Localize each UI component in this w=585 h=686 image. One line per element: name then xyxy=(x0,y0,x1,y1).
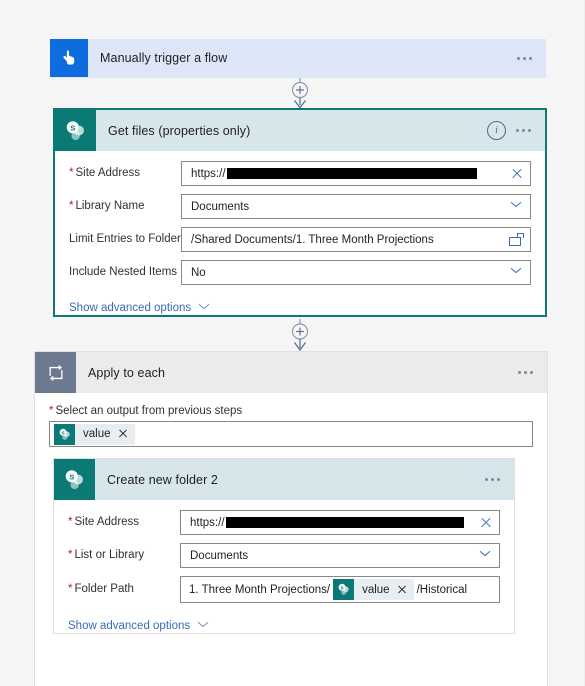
site-address-value: https:// xyxy=(191,168,510,180)
create-new-folder-card-header[interactable]: S Create new folder 2 xyxy=(54,459,514,500)
site-address-value: https:// xyxy=(190,517,479,529)
field-label-site-address: * Site Address xyxy=(69,167,141,179)
get-files-more-options-button[interactable] xyxy=(516,129,531,132)
include-nested-items-value: No xyxy=(191,266,206,279)
field-row-limit-entries-to-folder: Limit Entries to Folder /Shared Document… xyxy=(69,227,531,252)
field-row-list-or-library: * List or Library Documents xyxy=(68,543,500,568)
flow-step-get-files[interactable]: S Get files (properties only) i * Site Ad… xyxy=(53,108,547,317)
clear-icon[interactable] xyxy=(510,167,524,181)
chevron-down-icon xyxy=(197,619,211,633)
folder-path-prefix: 1. Three Month Projections/ xyxy=(189,583,331,596)
create-new-folder-form: * Site Address https:// * List or Library xyxy=(54,500,514,633)
limit-entries-value: /Shared Documents/1. Three Month Project… xyxy=(191,233,434,246)
list-or-library-dropdown[interactable]: Documents xyxy=(180,543,500,568)
required-asterisk: * xyxy=(69,200,74,212)
chevron-down-icon[interactable] xyxy=(479,549,493,563)
library-name-dropdown[interactable]: Documents xyxy=(181,194,531,219)
required-asterisk: * xyxy=(69,167,74,179)
site-address-input[interactable]: https:// xyxy=(180,510,500,535)
library-name-value: Documents xyxy=(191,200,250,213)
create-new-folder-show-advanced-options[interactable]: Show advanced options xyxy=(68,611,500,633)
site-address-input[interactable]: https:// xyxy=(181,161,531,186)
connector-trigger-to-getfiles xyxy=(291,78,309,108)
add-step-button xyxy=(291,81,309,99)
sharepoint-icon: S xyxy=(55,110,96,151)
required-asterisk: * xyxy=(68,516,73,528)
trigger-header-actions xyxy=(517,56,546,60)
apply-to-each-header-actions xyxy=(518,371,547,374)
field-row-include-nested-items: Include Nested Items No xyxy=(69,260,531,285)
select-output-input[interactable]: S value xyxy=(49,421,533,447)
required-asterisk: * xyxy=(49,405,54,417)
sharepoint-icon: S xyxy=(54,423,75,445)
redacted-url-bar xyxy=(226,168,477,179)
sharepoint-icon: S xyxy=(333,579,355,600)
get-files-form: * Site Address https:// * Library Name Doc… xyxy=(55,151,545,315)
list-or-library-value: Documents xyxy=(190,549,249,562)
folder-path-value: 1. Three Month Projections/ S value /His… xyxy=(189,579,493,600)
create-new-folder-more-options-button[interactable] xyxy=(485,478,500,481)
flow-step-apply-to-each[interactable]: Apply to each * Select an output from pre… xyxy=(34,351,548,686)
svg-text:S: S xyxy=(69,472,74,481)
token-label: value xyxy=(83,428,111,440)
get-files-show-advanced-options[interactable]: Show advanced options xyxy=(69,293,531,315)
add-step-button xyxy=(291,323,309,340)
svg-text:S: S xyxy=(70,123,75,132)
trigger-card-title: Manually trigger a flow xyxy=(100,51,228,65)
sharepoint-icon: S xyxy=(54,459,95,500)
field-label-list-or-library: * List or Library xyxy=(68,549,145,561)
include-nested-items-dropdown[interactable]: No xyxy=(181,260,531,285)
required-asterisk: * xyxy=(68,549,73,561)
svg-text:S: S xyxy=(61,430,64,435)
chevron-down-icon[interactable] xyxy=(510,200,524,214)
trigger-more-options-button[interactable] xyxy=(517,56,532,60)
field-label-limit-entries-to-folder: Limit Entries to Folder xyxy=(69,233,181,245)
apply-to-each-card-header[interactable]: Apply to each xyxy=(35,352,547,393)
create-new-folder-header-actions xyxy=(485,478,514,481)
field-label-library-name: * Library Name xyxy=(69,200,145,212)
chevron-down-icon xyxy=(198,301,212,315)
create-new-folder-card-title: Create new folder 2 xyxy=(107,472,218,487)
field-row-folder-path: * Folder Path 1. Three Month Projections/ xyxy=(68,576,500,603)
loop-repeat-icon xyxy=(35,352,76,393)
remove-token-icon[interactable] xyxy=(116,427,130,441)
flow-step-create-new-folder[interactable]: S Create new folder 2 * Site Address htt… xyxy=(53,458,515,634)
field-label-include-nested-items: Include Nested Items xyxy=(69,266,178,278)
redacted-url-bar xyxy=(225,517,464,528)
field-row-site-address: * Site Address https:// xyxy=(69,161,531,186)
select-output-label: * Select an output from previous steps xyxy=(49,405,243,417)
show-advanced-options-label: Show advanced options xyxy=(69,302,192,314)
connector-getfiles-to-apply xyxy=(291,319,309,351)
folder-path-suffix: /Historical xyxy=(416,583,468,596)
clear-icon[interactable] xyxy=(479,516,493,530)
get-files-card-header[interactable]: S Get files (properties only) i xyxy=(55,110,545,151)
token-label: value xyxy=(362,583,390,596)
folder-path-input[interactable]: 1. Three Month Projections/ S value /His… xyxy=(180,576,500,603)
field-label-folder-path: * Folder Path xyxy=(68,583,134,595)
flow-step-manual-trigger[interactable]: Manually trigger a flow xyxy=(50,39,546,78)
show-advanced-options-label: Show advanced options xyxy=(68,620,191,632)
flow-designer-canvas: Manually trigger a flow S Get files (pro… xyxy=(0,0,585,686)
chevron-down-icon[interactable] xyxy=(510,266,524,280)
svg-text:S: S xyxy=(340,585,343,590)
dynamic-token-value[interactable]: S value xyxy=(54,423,135,445)
select-output-section: * Select an output from previous steps S … xyxy=(35,393,547,447)
get-files-card-title: Get files (properties only) xyxy=(108,123,251,138)
apply-to-each-more-options-button[interactable] xyxy=(518,371,533,374)
apply-to-each-card-title: Apply to each xyxy=(88,365,166,380)
field-row-library-name: * Library Name Documents xyxy=(69,194,531,219)
trigger-card-header[interactable]: Manually trigger a flow xyxy=(50,39,546,77)
get-files-header-actions: i xyxy=(487,121,545,140)
folder-picker-icon[interactable] xyxy=(509,233,524,246)
required-asterisk: * xyxy=(68,583,73,595)
remove-token-icon[interactable] xyxy=(395,583,409,597)
tap-hand-icon xyxy=(50,39,88,77)
limit-entries-to-folder-input[interactable]: /Shared Documents/1. Three Month Project… xyxy=(181,227,531,252)
info-icon[interactable]: i xyxy=(487,121,506,140)
field-row-site-address: * Site Address https:// xyxy=(68,510,500,535)
dynamic-token-value[interactable]: S value xyxy=(333,579,414,600)
field-label-site-address: * Site Address xyxy=(68,516,140,528)
